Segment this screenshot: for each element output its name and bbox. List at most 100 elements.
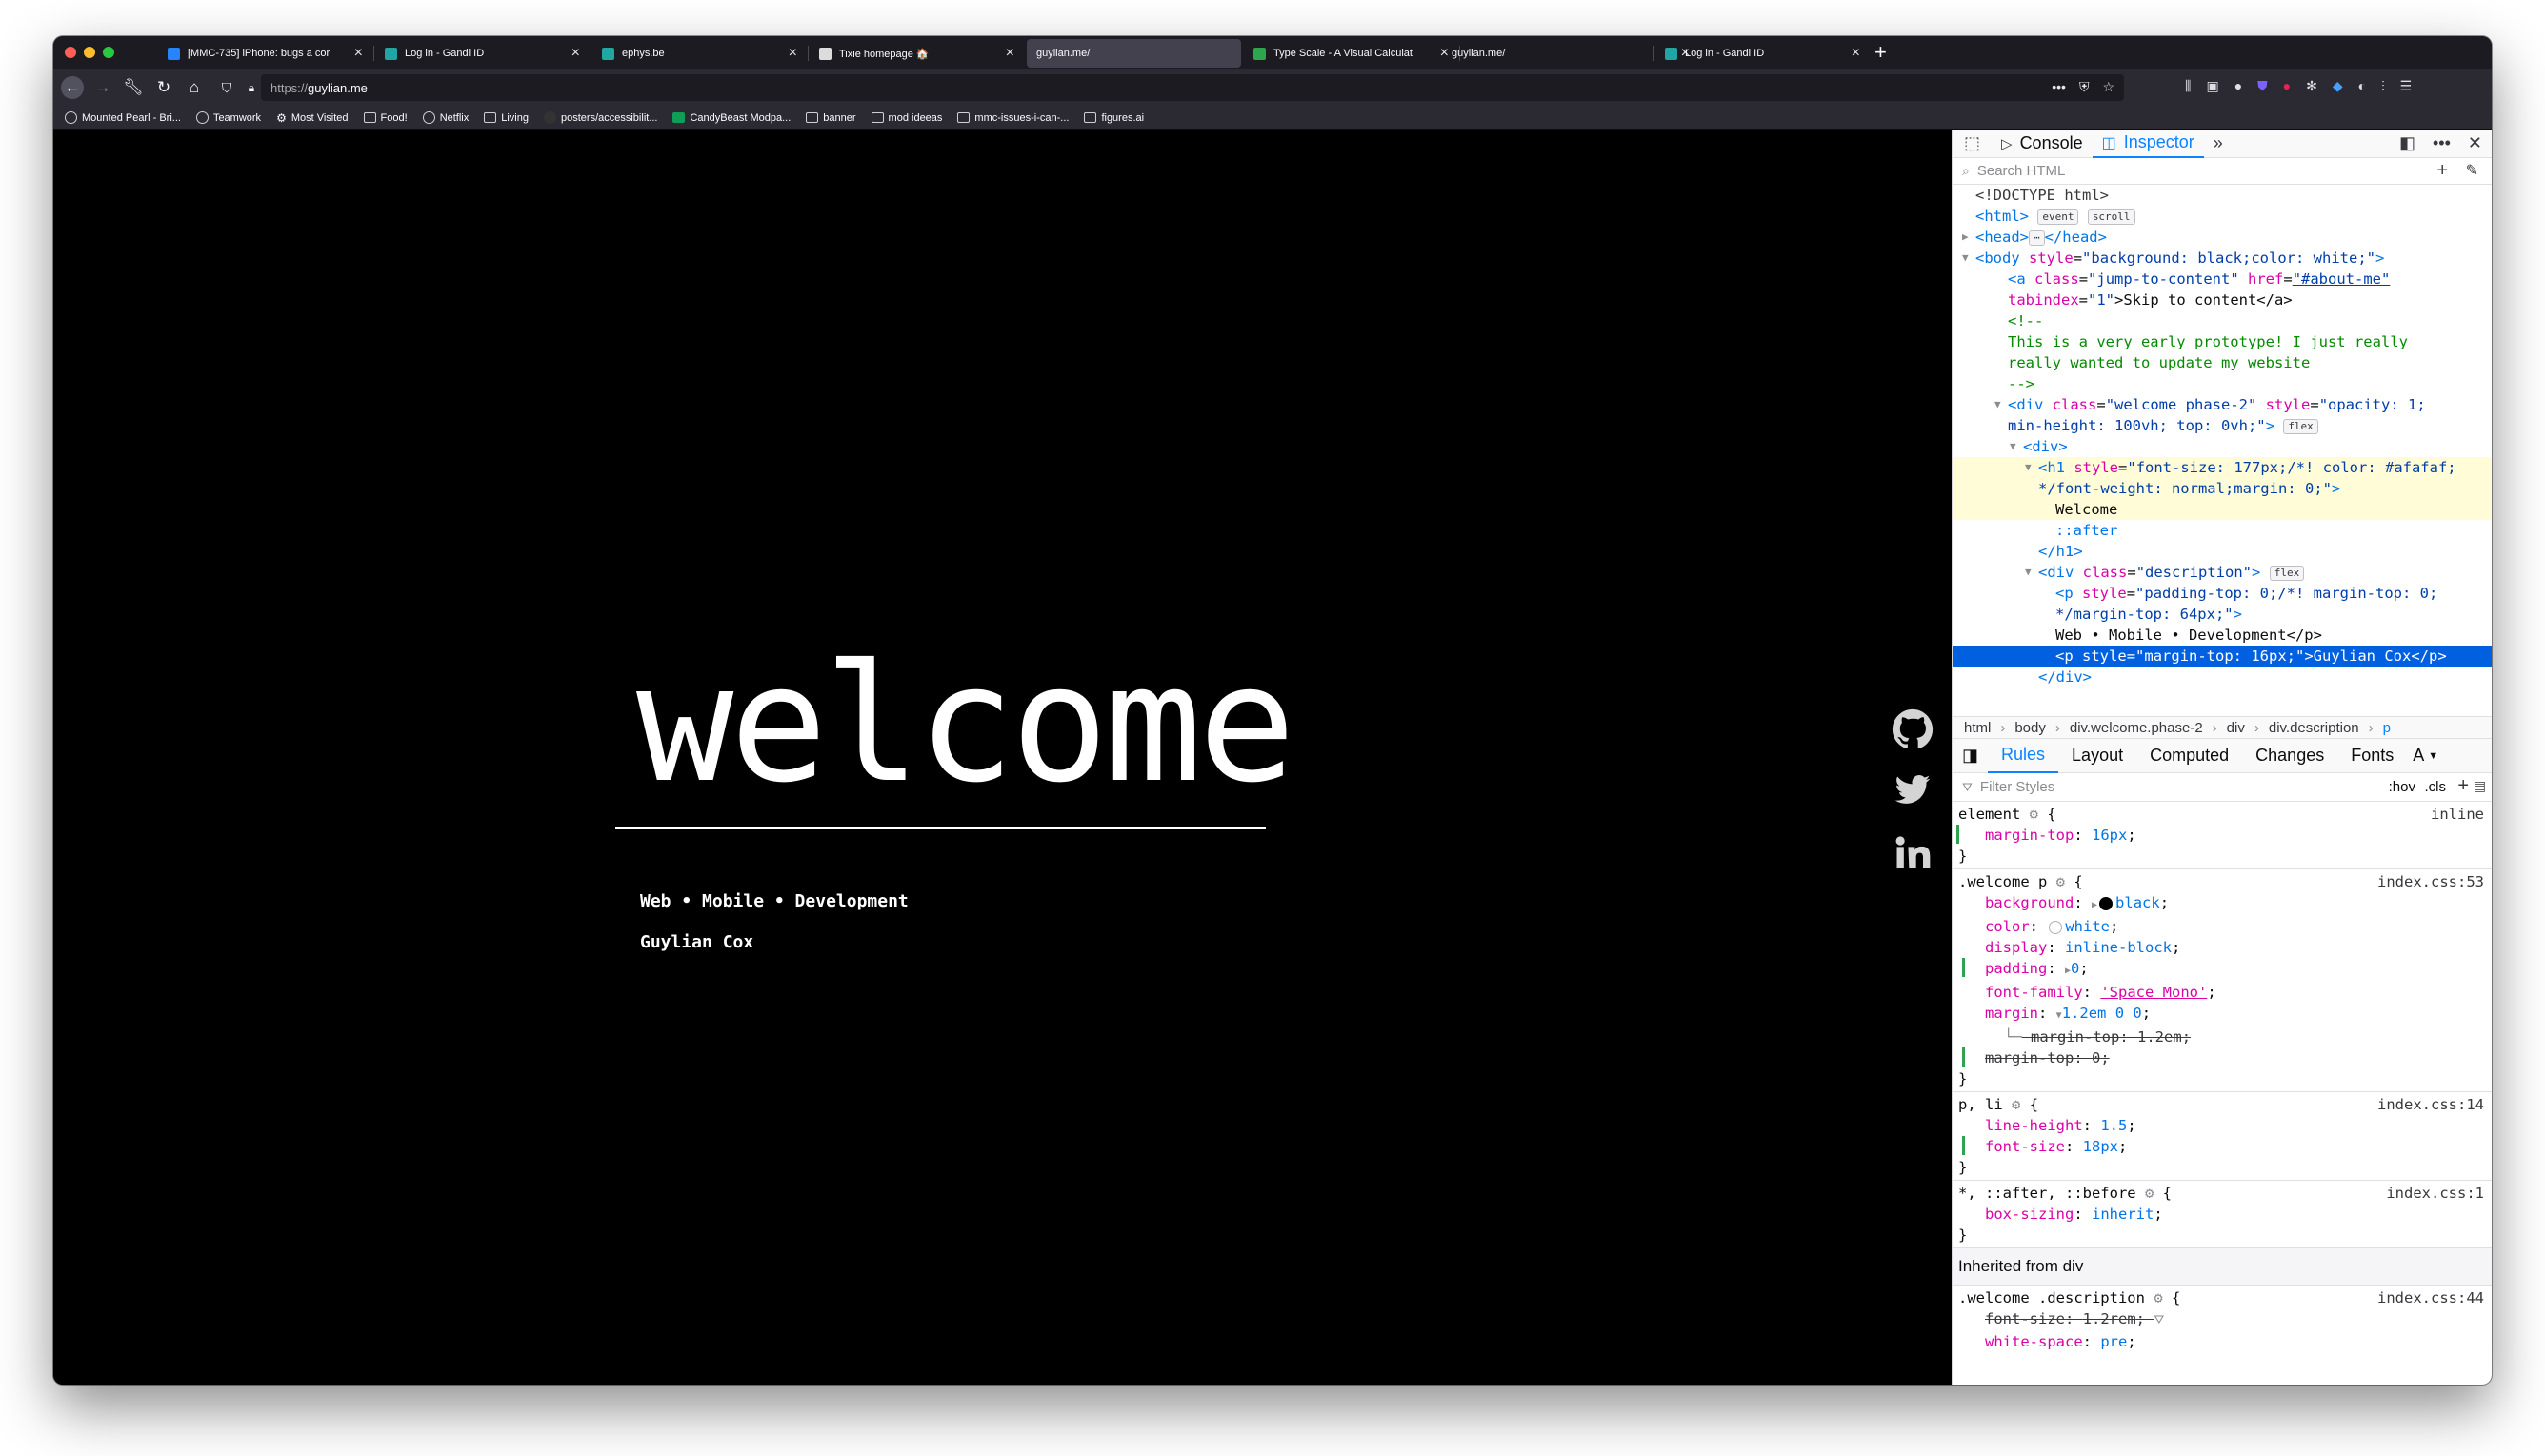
tab-layout[interactable]: Layout xyxy=(2058,739,2136,773)
close-tab-icon[interactable]: × xyxy=(789,46,797,61)
expand-arrow-icon[interactable]: ▶ xyxy=(2092,900,2097,910)
declaration[interactable]: white-space: pre; xyxy=(1958,1331,2486,1352)
pocket-icon[interactable]: ⛨ xyxy=(2079,79,2090,95)
back-button[interactable]: ← xyxy=(61,76,84,99)
minimize-window-icon[interactable] xyxy=(84,47,95,58)
markup-line[interactable]: <p style="padding-top: 0;/*! margin-top:… xyxy=(1953,583,2492,604)
filter-styles-field[interactable]: ⛛ Filter Styles :hov .cls + ▤ xyxy=(1953,773,2492,802)
markup-line[interactable]: tabindex="1">Skip to content</a> xyxy=(1953,289,2492,310)
markup-line[interactable]: ▼ <div class="description"> flex xyxy=(1953,562,2492,583)
declaration[interactable]: margin-top: 16px; xyxy=(1956,825,2486,846)
eyedropper-icon[interactable]: ✎ xyxy=(2466,161,2478,180)
highlight-selector-icon[interactable]: ⚙ xyxy=(2030,806,2038,823)
tab-fonts[interactable]: Fonts xyxy=(2337,739,2407,773)
bookmark-item[interactable]: Mounted Pearl - Bri... xyxy=(65,111,181,124)
linkedin-icon[interactable] xyxy=(1892,830,1934,876)
markup-line-highlighted[interactable]: ▼ <h1 style="font-size: 177px;/*! color: … xyxy=(1953,457,2492,478)
collapse-arrow-icon[interactable]: ▼ xyxy=(1994,394,2001,415)
markup-line-highlighted[interactable]: Welcome xyxy=(1953,499,2492,520)
page-actions-icon[interactable]: ••• xyxy=(2052,79,2066,95)
new-tab-button[interactable]: + xyxy=(1874,41,1887,64)
extension-gear-icon[interactable]: ✻ xyxy=(2306,78,2317,94)
markup-line[interactable]: This is a very early prototype! I just r… xyxy=(1953,331,2492,352)
browser-tab[interactable]: Type Scale - A Visual Calculat × xyxy=(1244,39,1458,68)
markup-line[interactable]: <!DOCTYPE html> xyxy=(1953,185,2492,206)
account-icon[interactable]: ◐ xyxy=(2358,78,2366,94)
toggle-layout-icon[interactable]: ◨ xyxy=(1953,739,1988,773)
collapse-arrow-icon[interactable]: ▼ xyxy=(2025,562,2032,583)
browser-tab[interactable]: ephys.be × xyxy=(592,39,807,68)
add-rule-icon[interactable]: + xyxy=(2457,775,2469,797)
twitter-icon[interactable] xyxy=(1892,771,1934,813)
tab-computed[interactable]: Computed xyxy=(2136,739,2242,773)
markup-line[interactable]: <!-- xyxy=(1953,310,2492,331)
declaration[interactable]: color: white; xyxy=(1958,916,2486,937)
browser-tab[interactable]: Log in - Gandi ID × xyxy=(375,39,590,68)
breadcrumb-item[interactable]: div xyxy=(2227,720,2245,736)
info-icon[interactable]: ● xyxy=(2234,78,2242,94)
cls-toggle[interactable]: .cls xyxy=(2425,779,2447,795)
collapse-arrow-icon[interactable]: ▼ xyxy=(2010,436,2016,457)
collapse-arrow-icon[interactable]: ▼ xyxy=(1962,248,1969,269)
bookmark-item[interactable]: banner xyxy=(806,112,856,124)
search-html-field[interactable]: ⌕ Search HTML + ✎ xyxy=(1953,158,2492,185)
rule-source[interactable]: index.css:1 xyxy=(2386,1183,2484,1204)
bookmark-item[interactable]: Living xyxy=(484,112,529,124)
url-bar[interactable]: https://guylian.me ••• ⛨ ☆ xyxy=(261,74,2124,101)
close-tab-icon[interactable]: × xyxy=(1006,46,1014,61)
dock-side-icon[interactable]: ◧ xyxy=(2399,133,2415,153)
event-badge[interactable]: event xyxy=(2037,209,2079,225)
bookmark-item[interactable]: mmc-issues-i-can-... xyxy=(957,112,1069,124)
highlight-selector-icon[interactable]: ⚙ xyxy=(2012,1096,2020,1113)
bookmark-item[interactable]: posters/accessibilit... xyxy=(544,111,657,124)
declaration[interactable]: display: inline-block; xyxy=(1958,937,2486,958)
tab-overflow[interactable]: A ▼ xyxy=(2407,739,2444,773)
highlight-selector-icon[interactable]: ⚙ xyxy=(2056,873,2065,890)
markup-line[interactable]: ▼ <body style="background: black;color: w… xyxy=(1953,248,2492,269)
add-node-icon[interactable]: + xyxy=(2436,160,2448,182)
github-icon[interactable] xyxy=(1892,708,1934,754)
markup-line-highlighted[interactable]: */font-weight: normal;margin: 0;"> xyxy=(1953,478,2492,499)
rule-source[interactable]: inline xyxy=(2431,804,2484,825)
attr-value-link[interactable]: "#about-me" xyxy=(2293,270,2391,288)
bookmark-item[interactable]: ⚙ Most Visited xyxy=(276,111,348,125)
bookmark-item[interactable]: Teamwork xyxy=(195,111,261,124)
bookmark-item[interactable]: Food! xyxy=(363,112,408,124)
bookmark-star-icon[interactable]: ☆ xyxy=(2102,79,2114,95)
close-tab-icon[interactable]: × xyxy=(1852,46,1860,61)
extension-diamond-icon[interactable]: ◆ xyxy=(2333,78,2343,94)
rule-source[interactable]: index.css:44 xyxy=(2377,1287,2484,1308)
extensions-grid-icon[interactable]: ⫶ xyxy=(2381,78,2385,94)
flex-badge[interactable]: flex xyxy=(2269,565,2305,581)
declaration-overridden[interactable]: └─ margin-top: 1.2em; xyxy=(1958,1027,2486,1047)
declaration[interactable]: background: ▶ black; xyxy=(1958,892,2486,916)
rule-selector[interactable]: p, li xyxy=(1958,1096,2003,1113)
more-tabs-icon[interactable]: » xyxy=(2204,130,2233,158)
breadcrumb-item[interactable]: div.description xyxy=(2269,720,2359,736)
library-icon[interactable]: ⫼ xyxy=(2185,78,2191,94)
close-devtools-icon[interactable]: ✕ xyxy=(2468,133,2482,153)
markup-line[interactable]: really wanted to update my website xyxy=(1953,352,2492,373)
highlight-selector-icon[interactable]: ⚙ xyxy=(2145,1185,2154,1202)
bookmark-item[interactable]: Netflix xyxy=(422,111,469,124)
highlight-selector-icon[interactable]: ⚙ xyxy=(2154,1289,2162,1306)
tracking-shield-icon[interactable]: ⛉ xyxy=(215,76,238,99)
collapse-arrow-icon[interactable]: ▼ xyxy=(2025,457,2032,478)
declaration[interactable]: font-size: 18px; xyxy=(1958,1136,2486,1157)
tab-console[interactable]: ▷ Console xyxy=(1992,130,2093,158)
breadcrumb-item[interactable]: p xyxy=(2383,720,2391,736)
extension-red-icon[interactable]: ● xyxy=(2283,78,2291,94)
color-swatch[interactable] xyxy=(2099,896,2114,910)
declaration[interactable]: line-height: 1.5; xyxy=(1958,1115,2486,1136)
browser-tab[interactable]: Tixie homepage 🏠 × xyxy=(810,39,1024,68)
zoom-window-icon[interactable] xyxy=(103,47,114,58)
rule-selector[interactable]: .welcome p xyxy=(1958,873,2047,890)
bookmark-item[interactable]: CandyBeast Modpa... xyxy=(672,112,791,124)
markup-line[interactable]: </h1> xyxy=(1953,541,2492,562)
rule-selector[interactable]: *, ::after, ::before xyxy=(1958,1185,2136,1202)
browser-tab-active[interactable]: guylian.me/ xyxy=(1027,39,1241,68)
markup-line[interactable]: min-height: 100vh; top: 0vh;"> flex xyxy=(1953,415,2492,436)
extension-shield-icon[interactable]: ⛊ xyxy=(2257,78,2268,94)
prop-value-font-link[interactable]: 'Space Mono' xyxy=(2100,984,2207,1001)
menu-icon[interactable]: ☰ xyxy=(2400,78,2413,94)
